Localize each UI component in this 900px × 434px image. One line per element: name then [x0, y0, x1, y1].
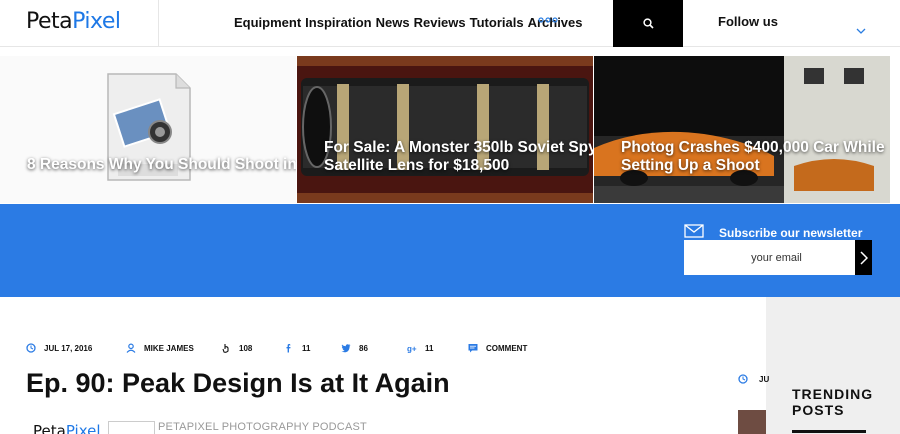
article-title[interactable]: Ep. 90: Peak Design Is at It Again: [26, 368, 450, 399]
podcast-logo-accent: Pixel: [65, 422, 101, 434]
article-meta: JUL 17, 2016 MIKE JAMES 108 11 86 g+ 11 …: [26, 343, 527, 353]
podcast-player-thumb[interactable]: [108, 421, 155, 434]
email-input[interactable]: [684, 240, 855, 275]
header-divider: [158, 0, 159, 47]
sidebar-thumbnail[interactable]: [738, 410, 766, 434]
follow-us-label[interactable]: Follow us: [718, 14, 778, 29]
more-dots-icon[interactable]: [538, 15, 558, 25]
podcast-logo: PetaPixel: [33, 422, 101, 434]
trending-heading-line2: POSTS: [792, 402, 845, 418]
subscribe-submit-button[interactable]: [855, 240, 872, 275]
chevron-right-icon: [859, 250, 868, 265]
nav-item-inspiration[interactable]: Inspiration: [305, 15, 371, 30]
meta-twitter-count: 86: [359, 343, 368, 353]
sidebar-date: JU: [759, 375, 770, 384]
featured-title[interactable]: Photog Crashes $400,000 Car While Settin…: [621, 139, 885, 175]
meta-twitter[interactable]: 86: [341, 343, 407, 353]
svg-text:g+: g+: [407, 345, 417, 354]
trending-heading: TRENDING POSTS: [792, 386, 873, 418]
car-crash-image: [594, 56, 890, 203]
search-button[interactable]: [613, 0, 683, 47]
subscribe-label: Subscribe our newsletter: [719, 226, 863, 240]
podcast-logo-main: Peta: [33, 422, 66, 434]
meta-author-text: MIKE JAMES: [144, 343, 194, 353]
meta-views: 108: [221, 343, 284, 353]
clock-icon: [738, 374, 748, 384]
featured-card-car[interactable]: Photog Crashes $400,000 Car While Settin…: [594, 56, 890, 203]
trending-underline: [792, 430, 866, 433]
podcast-label: PETAPIXEL PHOTOGRAPHY PODCAST: [158, 421, 367, 433]
nav-item-reviews[interactable]: Reviews: [414, 15, 466, 30]
featured-row: 8 Reasons Why You Should Shoot in JPEG F…: [0, 56, 900, 203]
featured-title-line2: Satellite Lens for $18,500: [324, 157, 510, 174]
meta-comment[interactable]: COMMENT: [468, 343, 527, 353]
featured-title[interactable]: 8 Reasons Why You Should Shoot in JPEG: [27, 156, 296, 174]
meta-gplus-count: 11: [425, 343, 434, 353]
featured-card-lens[interactable]: For Sale: A Monster 350lb Soviet Spy Sat…: [297, 56, 593, 203]
user-icon: [126, 343, 136, 353]
meta-gplus[interactable]: g+ 11: [407, 343, 468, 354]
meta-facebook-count: 11: [302, 343, 311, 353]
logo-accent: Pixel: [72, 9, 121, 34]
facebook-icon: [286, 344, 291, 353]
clock-icon: [26, 343, 36, 353]
nav-item-tutorials[interactable]: Tutorials: [470, 15, 524, 30]
meta-views-text: 108: [239, 343, 253, 353]
featured-card-jpeg[interactable]: 8 Reasons Why You Should Shoot in JPEG: [0, 56, 296, 203]
meta-date: JUL 17, 2016: [26, 343, 126, 353]
trending-panel: TRENDING POSTS: [766, 297, 900, 434]
main-nav: Equipment Inspiration News Reviews Tutor…: [234, 15, 583, 30]
meta-date-text: JUL 17, 2016: [44, 343, 93, 353]
meta-comment-text: COMMENT: [486, 343, 528, 353]
google-plus-icon: g+: [407, 345, 417, 354]
nav-item-news[interactable]: News: [376, 15, 410, 30]
chevron-down-icon[interactable]: [856, 27, 866, 35]
hand-pointer-icon: [222, 344, 229, 353]
lens-case-image: [297, 56, 593, 203]
jpeg-file-image: [0, 56, 296, 203]
site-logo[interactable]: PetaPixel: [26, 9, 121, 34]
featured-title-line2: Setting Up a Shoot: [621, 157, 760, 174]
mail-icon: [684, 224, 704, 238]
meta-facebook[interactable]: 11: [284, 343, 341, 353]
site-header: PetaPixel Equipment Inspiration News Rev…: [0, 0, 900, 47]
featured-title[interactable]: For Sale: A Monster 350lb Soviet Spy Sat…: [324, 139, 593, 175]
featured-title-line1: For Sale: A Monster 350lb Soviet Spy: [324, 139, 593, 156]
search-icon: [642, 18, 654, 29]
meta-author[interactable]: MIKE JAMES: [126, 343, 221, 353]
newsletter-band: Subscribe our newsletter: [0, 204, 900, 297]
trending-heading-line1: TRENDING: [792, 386, 874, 402]
comment-icon: [468, 344, 478, 353]
featured-title-line1: Photog Crashes $400,000 Car While: [621, 139, 885, 156]
logo-main: Peta: [26, 9, 73, 34]
nav-item-equipment[interactable]: Equipment: [234, 15, 301, 30]
twitter-icon: [341, 344, 351, 353]
